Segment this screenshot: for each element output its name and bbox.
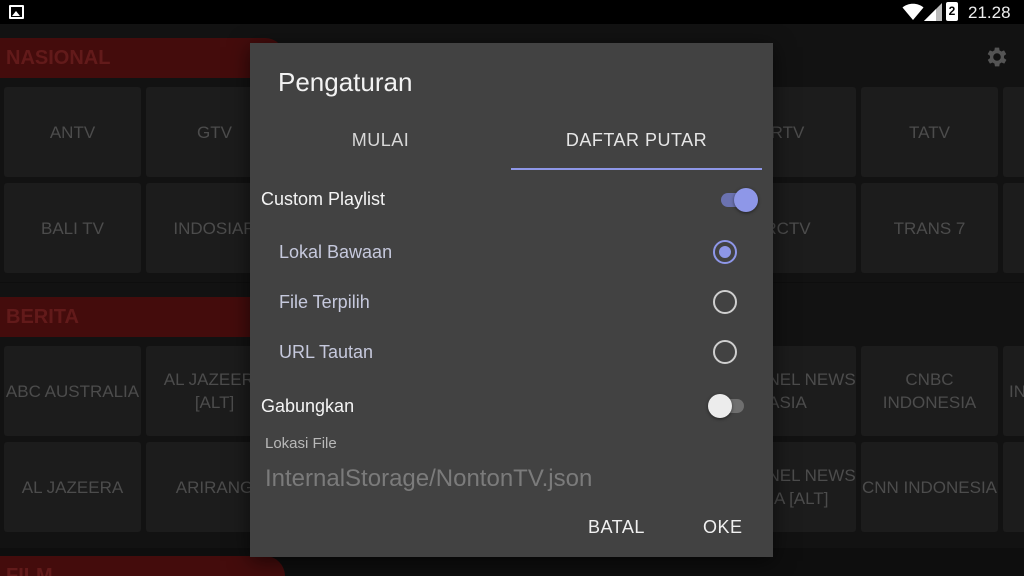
custom-playlist-switch[interactable] (717, 188, 759, 212)
option-file-terpilih-label[interactable]: File Terpilih (279, 292, 370, 313)
tab-daftar-putar[interactable]: DAFTAR PUTAR (511, 130, 762, 170)
battery-icon: 2 (946, 2, 958, 21)
option-url-tautan-label[interactable]: URL Tautan (279, 342, 373, 363)
option-url-tautan-radio[interactable] (713, 340, 737, 364)
clock: 21.28 (968, 3, 1011, 22)
lokasi-file-label: Lokasi File (265, 435, 337, 452)
screen: 2 21.28 NASIONAL ANTV GTV RTV TATV BALI … (0, 0, 1024, 576)
dialog-title: Pengaturan (278, 67, 413, 97)
lokasi-file-value: InternalStorage/NontonTV.json (265, 465, 593, 492)
option-lokal-bawaan-label[interactable]: Lokal Bawaan (279, 242, 392, 263)
option-file-terpilih-radio[interactable] (713, 290, 737, 314)
tab-mulai[interactable]: MULAI (250, 130, 511, 170)
status-bar: 2 21.28 (0, 0, 1024, 24)
switch-thumb (734, 188, 758, 212)
cancel-button[interactable]: BATAL (588, 517, 645, 538)
signal-icon (924, 3, 942, 21)
gabungkan-switch[interactable] (708, 394, 750, 418)
ok-button[interactable]: OKE (703, 517, 743, 538)
wifi-icon (902, 3, 924, 20)
switch-thumb (708, 394, 732, 418)
option-lokal-bawaan-radio[interactable] (713, 240, 737, 264)
custom-playlist-label: Custom Playlist (261, 189, 386, 209)
settings-dialog: Pengaturan MULAI DAFTAR PUTAR Custom Pla… (250, 43, 773, 557)
gabungkan-label: Gabungkan (261, 396, 355, 416)
tab-indicator (511, 168, 762, 170)
image-icon (9, 5, 24, 19)
